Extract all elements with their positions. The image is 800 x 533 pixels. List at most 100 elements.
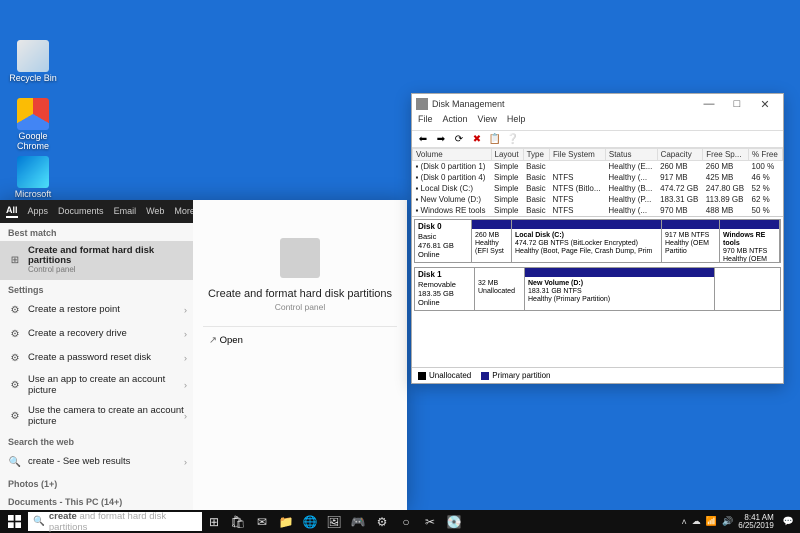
menu-file[interactable]: File	[418, 114, 433, 130]
explorer-icon[interactable]: 📁	[274, 510, 298, 533]
best-match-result[interactable]: ⊞ Create and format hard disk partitions…	[0, 241, 193, 281]
preview-subtitle: Control panel	[203, 302, 397, 312]
column-header[interactable]: Type	[523, 149, 549, 161]
volume-icon[interactable]: 🔊	[722, 516, 733, 527]
tray-up-icon[interactable]: ˄	[681, 517, 686, 527]
notifications-icon[interactable]: 💬	[783, 516, 794, 527]
tab-more[interactable]: More	[174, 206, 195, 216]
volume-list[interactable]: VolumeLayoutTypeFile SystemStatusCapacit…	[412, 148, 783, 217]
settings-result-4[interactable]: ⚙Use the camera to create an account pic…	[0, 401, 193, 432]
disk-1-row[interactable]: Disk 1Removable183.35 GBOnline 32 MBUnal…	[414, 267, 781, 311]
gear-icon: ⚙	[8, 327, 22, 341]
gear-icon: ⚙	[8, 410, 22, 424]
disk-0-label: Disk 0Basic476.81 GBOnline	[415, 220, 472, 262]
photos-icon[interactable]: 🖼	[322, 510, 346, 533]
start-button[interactable]	[0, 510, 28, 533]
taskbar-search[interactable]: 🔍create and format hard disk partitions	[28, 512, 202, 531]
documents-header[interactable]: Documents - This PC (14+)	[0, 492, 193, 510]
maximize-button[interactable]: □	[723, 98, 751, 110]
volume-row[interactable]: ▪ Windows RE toolsSimpleBasicNTFSHealthy…	[413, 205, 783, 216]
menu-action[interactable]: Action	[443, 114, 468, 130]
volume-row[interactable]: ▪ Local Disk (C:)SimpleBasicNTFS (Bitlo.…	[413, 183, 783, 194]
tab-apps[interactable]: Apps	[28, 206, 49, 216]
column-header[interactable]: File System	[550, 149, 606, 161]
menu-view[interactable]: View	[478, 114, 497, 130]
volume-row[interactable]: ▪ (Disk 0 partition 4)SimpleBasicNTFSHea…	[413, 172, 783, 183]
cortana-icon[interactable]: ○	[394, 510, 418, 533]
refresh-icon[interactable]: ⟳	[452, 132, 466, 146]
disk-1-label: Disk 1Removable183.35 GBOnline	[415, 268, 475, 310]
system-tray[interactable]: ˄ ☁ 📶 🔊 8:41 AM6/25/2019 💬	[675, 514, 800, 530]
close-button[interactable]: ✕	[751, 98, 779, 111]
recycle-bin[interactable]: Recycle Bin	[8, 40, 58, 84]
gear-icon: ⚙	[8, 351, 22, 365]
partition[interactable]: 260 MBHealthy (EFI Syst	[472, 220, 512, 262]
xbox-icon[interactable]: 🎮	[346, 510, 370, 533]
mail-icon[interactable]: ✉	[250, 510, 274, 533]
clock[interactable]: 8:41 AM6/25/2019	[738, 514, 778, 530]
start-search-panel: All Apps Documents Email Web More Feedba…	[0, 200, 407, 510]
tab-documents[interactable]: Documents	[58, 206, 104, 216]
taskbar: 🔍create and format hard disk partitions …	[0, 510, 800, 533]
window-title: Disk Management	[432, 99, 695, 109]
volume-row[interactable]: ▪ (Disk 0 partition 1)SimpleBasicHealthy…	[413, 161, 783, 173]
titlebar[interactable]: Disk Management — □ ✕	[412, 94, 783, 114]
back-icon[interactable]: ⬅	[416, 132, 430, 146]
diskmgmt-taskbar-icon[interactable]: 💽	[442, 510, 466, 533]
partition[interactable]: Windows RE tools970 MB NTFSHealthy (OEM …	[720, 220, 780, 262]
snip-icon[interactable]: ✂	[418, 510, 442, 533]
google-chrome-icon	[17, 98, 49, 130]
open-action[interactable]: Open	[203, 326, 397, 354]
google-chrome[interactable]: Google Chrome	[8, 98, 58, 152]
app-icon	[416, 98, 428, 110]
column-header[interactable]: Free Sp...	[703, 149, 749, 161]
partition[interactable]: 917 MB NTFSHealthy (OEM Partitio	[662, 220, 720, 262]
column-header[interactable]: Capacity	[657, 149, 703, 161]
settings-result-2[interactable]: ⚙Create a password reset disk›	[0, 346, 193, 370]
partition-icon: ⊞	[8, 253, 22, 267]
settings-result-3[interactable]: ⚙Use an app to create an account picture…	[0, 370, 193, 401]
forward-icon[interactable]: ➡	[434, 132, 448, 146]
column-header[interactable]: Layout	[491, 149, 523, 161]
delete-icon[interactable]: ✖	[470, 132, 484, 146]
partition[interactable]: 32 MBUnallocated	[475, 268, 525, 310]
settings-result-1[interactable]: ⚙Create a recovery drive›	[0, 322, 193, 346]
network-icon[interactable]: 📶	[706, 516, 717, 527]
preview-title: Create and format hard disk partitions	[203, 288, 397, 300]
preview-icon	[280, 238, 320, 278]
menu-help[interactable]: Help	[507, 114, 526, 130]
photos-header[interactable]: Photos (1+)	[0, 474, 193, 492]
search-tabs: All Apps Documents Email Web More Feedba…	[0, 200, 193, 223]
search-query: create and format hard disk partitions	[49, 511, 197, 533]
microsoft-edge-icon	[17, 156, 49, 188]
taskbar-apps: ⊞ 🛍 ✉ 📁 🌐 🖼 🎮 ⚙ ○ ✂ 💽	[202, 510, 466, 533]
minimize-button[interactable]: —	[695, 98, 723, 110]
column-header[interactable]: Status	[605, 149, 657, 161]
onedrive-icon[interactable]: ☁	[692, 516, 701, 527]
gear-icon: ⚙	[8, 303, 22, 317]
volume-row[interactable]: ▪ New Volume (D:)SimpleBasicNTFSHealthy …	[413, 194, 783, 205]
help-icon[interactable]: ❔	[506, 132, 520, 146]
task-view-icon[interactable]: ⊞	[202, 510, 226, 533]
icon-label: Google Chrome	[8, 132, 58, 152]
partition[interactable]: New Volume (D:)183.31 GB NTFSHealthy (Pr…	[525, 268, 715, 310]
store-icon[interactable]: 🛍	[226, 510, 250, 533]
column-header[interactable]: % Free	[749, 149, 783, 161]
edge-icon[interactable]: 🌐	[298, 510, 322, 533]
menubar: File Action View Help	[412, 114, 783, 130]
search-icon: 🔍	[8, 455, 22, 469]
tab-email[interactable]: Email	[114, 206, 137, 216]
disk-graphical-view: Disk 0Basic476.81 GBOnline 260 MBHealthy…	[412, 217, 783, 367]
properties-icon[interactable]: 📋	[488, 132, 502, 146]
settings-result-0[interactable]: ⚙Create a restore point›	[0, 298, 193, 322]
web-result[interactable]: 🔍 create - See web results›	[0, 450, 193, 474]
column-header[interactable]: Volume	[413, 149, 492, 161]
disk-0-row[interactable]: Disk 0Basic476.81 GBOnline 260 MBHealthy…	[414, 219, 781, 263]
settings-icon[interactable]: ⚙	[370, 510, 394, 533]
tab-web[interactable]: Web	[146, 206, 164, 216]
toolbar: ⬅ ➡ ⟳ ✖ 📋 ❔	[412, 130, 783, 148]
tab-all[interactable]: All	[6, 205, 18, 218]
search-results-column: All Apps Documents Email Web More Feedba…	[0, 200, 193, 510]
partition[interactable]: Local Disk (C:)474.72 GB NTFS (BitLocker…	[512, 220, 662, 262]
icon-label: Recycle Bin	[8, 74, 58, 84]
